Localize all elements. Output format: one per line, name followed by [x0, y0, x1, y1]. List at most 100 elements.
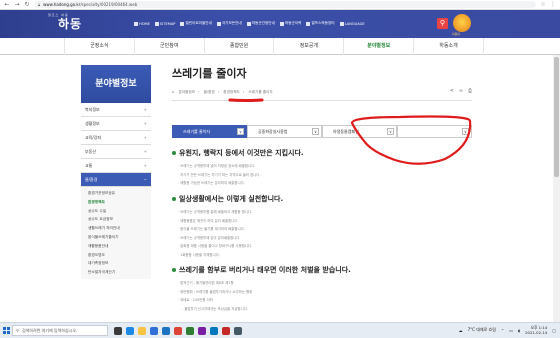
submenu-item[interactable]: 재활용품안내 [81, 242, 151, 251]
scrollbar-thumb[interactable] [554, 57, 559, 177]
sidebar-item-realestate[interactable]: 부동산 + [81, 145, 151, 159]
sidebar-submenu: 환경기관정보공유 환경정책도 상수도 수질 상수도 요금정보 생활쓰레기 처리안… [81, 187, 151, 279]
art-icon [180, 21, 185, 26]
list-item: 재활용품은 깨끗이 하여 분리 배출합니다. [178, 217, 472, 226]
app-icon[interactable] [234, 326, 242, 335]
file-explorer-icon[interactable] [138, 326, 146, 335]
mail-icon[interactable] [162, 326, 170, 335]
store-icon[interactable] [150, 326, 158, 335]
network-icon[interactable]: ▭ [509, 328, 513, 333]
reload-icon[interactable]: ↻ [24, 1, 30, 8]
task-view-icon[interactable] [114, 326, 122, 335]
browser-toolbar: ← → ↻ 🔒︎ www.hadong.go.kr/specialty/00219… [0, 0, 560, 10]
breadcrumb-item[interactable]: 물/환경 [204, 90, 215, 94]
forward-icon[interactable]: → [14, 1, 20, 8]
notification-icon[interactable]: ▢ [552, 328, 556, 333]
breadcrumb-item[interactable]: 분야별정보 [178, 90, 195, 94]
link-icon[interactable]: ∞ [459, 88, 463, 94]
link-national[interactable]: 국가모든안내 [216, 21, 242, 26]
screen: ← → ↻ 🔒︎ www.hadong.go.kr/specialty/00219… [0, 0, 560, 338]
sidebar-item-education[interactable]: 교육/강좌 + [81, 131, 151, 145]
print-icon[interactable]: ⎙ [468, 88, 472, 94]
browser-menu-icon[interactable]: ⋮ [550, 1, 556, 8]
sidebar-item-welfare[interactable]: 복지정보 + [81, 103, 151, 117]
gnb-item-field-info[interactable]: 분야별정보 [343, 38, 413, 55]
submenu-item[interactable]: 음식물쓰레기줄이기 [81, 233, 151, 242]
gnb-item-info-open[interactable]: 정보공개 [273, 38, 343, 55]
tray-chevron-up-icon[interactable]: ⌃ [501, 328, 504, 333]
gnb-item-about[interactable]: 하동소개 [413, 38, 484, 55]
tab-reduce-waste[interactable]: 쓰레기를 줄이자 ∨ [172, 125, 247, 138]
section-heading: 일상생활에서는 이렇게 실천합니다. [172, 194, 472, 204]
history-icon [279, 21, 284, 26]
plus-icon: + [143, 149, 147, 154]
breadcrumb-item-current: 쓰레기를 줄이자 [248, 90, 273, 94]
app-icon[interactable] [222, 326, 230, 335]
site-logo[interactable]: 알프스 하동 하동 [48, 13, 82, 32]
sidebar-item-living[interactable]: 생활정보 + [81, 117, 151, 131]
submenu-item[interactable]: 생활쓰레기 처리안내 [81, 224, 151, 233]
taskbar-search[interactable]: ⚲ 검색하려면 여기에 입력하십시오. [12, 325, 108, 336]
app-icon[interactable] [210, 326, 218, 335]
chevron-down-icon[interactable]: ∨ [312, 128, 319, 135]
weather-text[interactable]: 7°C 대체로 흐림 [468, 327, 496, 333]
search-icon: ⚲ [16, 328, 19, 333]
bullet-icon [172, 268, 176, 272]
submenu-item[interactable]: 대기측정정보 [81, 259, 151, 268]
site-search-button[interactable]: ⚲ [437, 18, 448, 29]
list-item: 법적근거 : 폐기물관리법 제8조 제1항 [178, 279, 472, 288]
sidebar-item-environment[interactable]: 물/환경 − [81, 173, 151, 187]
submenu-item[interactable]: 환경기관정보공유 [81, 189, 151, 198]
app-icon[interactable] [186, 326, 194, 335]
url-domain: www.hadong.go.kr [43, 2, 81, 7]
submenu-item[interactable]: 탄소발자국계산기 [81, 268, 151, 277]
breadcrumb: ⌂ 분야별정보 › 물/환경 › 환경정책도 › 쓰레기를 줄이자 [172, 90, 273, 94]
clock[interactable]: 오후 1:14 2021-02-14 [525, 325, 547, 335]
logo-tagline: 알프스 하동 [48, 13, 69, 17]
sidebar-item-traffic[interactable]: 교통 + [81, 159, 151, 173]
share-icon[interactable]: ⋖ [450, 88, 454, 94]
submenu-item[interactable]: 상수도 수질 [81, 207, 151, 216]
link-home[interactable]: HOME [134, 21, 150, 26]
breadcrumb-item[interactable]: 환경정책도 [223, 90, 240, 94]
edge-icon[interactable] [126, 326, 134, 335]
list-item: 쓰레기는 규격봉투를 통해 배출하고 재활용 합니다. [178, 208, 472, 217]
tab-wildlife-campaign[interactable]: 야생동물캠페인 ∨ [322, 125, 397, 138]
link-history[interactable]: 하동군이력 [279, 21, 301, 26]
utility-links: HOME SITEMAP 열린아트마을안내 국가모든안내 하동군관광안내 하동군… [134, 21, 365, 26]
link-market[interactable]: 알프스하동장터 [306, 21, 335, 26]
tab-empty[interactable]: ∨ [397, 125, 472, 138]
page-tools: ⋖ ∞ ⎙ [450, 88, 472, 94]
link-art-village[interactable]: 열린아트마을안내 [180, 21, 212, 26]
weather-icon[interactable]: ☁ [459, 328, 463, 333]
page-scrollbar[interactable] [553, 55, 560, 322]
gnb-item-civil[interactable]: 종합민원 [203, 38, 274, 55]
page-body: 분야별정보 복지정보 + 생활정보 + 교육/강좌 + 부동산 + 교통 + 물/환경 − … [0, 55, 560, 322]
submenu-item-current[interactable]: 환경정책도 [81, 198, 151, 207]
link-language[interactable]: LANGUAGE [339, 21, 365, 26]
link-tourism[interactable]: 하동군관광안내 [246, 21, 275, 26]
app-icon[interactable] [198, 326, 206, 335]
chevron-down-icon[interactable]: ∨ [237, 128, 244, 135]
sidebar-title: 분야별정보 [81, 65, 151, 103]
chrome-icon[interactable] [174, 326, 182, 335]
submenu-item[interactable]: 환경오염도 [81, 251, 151, 260]
tab-public-toilet[interactable]: 공중화장실사용법 ∨ [247, 125, 322, 138]
home-icon[interactable]: ⌂ [172, 90, 174, 94]
gnb-item-news[interactable]: 군정소식 [64, 38, 134, 55]
chevron-down-icon[interactable]: ∨ [462, 128, 469, 135]
taskbar: ⚲ 검색하려면 여기에 입력하십시오. ☁ 7°C 대체로 흐림 ⌃ ▭ ◖ 오… [0, 322, 560, 338]
windows-icon [2, 327, 10, 334]
volume-icon[interactable]: ◖ [518, 328, 520, 333]
submenu-item[interactable]: 상수도 요금정보 [81, 215, 151, 224]
back-icon[interactable]: ← [4, 1, 10, 8]
mascot-image[interactable] [453, 14, 471, 32]
link-sitemap[interactable]: SITEMAP [154, 21, 175, 26]
chevron-down-icon[interactable]: ∨ [387, 128, 394, 135]
start-button[interactable] [0, 323, 12, 338]
bookmark-star-icon[interactable]: ☆ [540, 1, 546, 8]
gnb-item-participation[interactable]: 군민참여 [133, 38, 204, 55]
address-bar[interactable]: 🔒︎ www.hadong.go.kr/specialty/00219/00464… [34, 1, 536, 8]
tourism-icon [246, 21, 251, 26]
page-title: 쓰레기를 줄이자 [172, 67, 247, 80]
